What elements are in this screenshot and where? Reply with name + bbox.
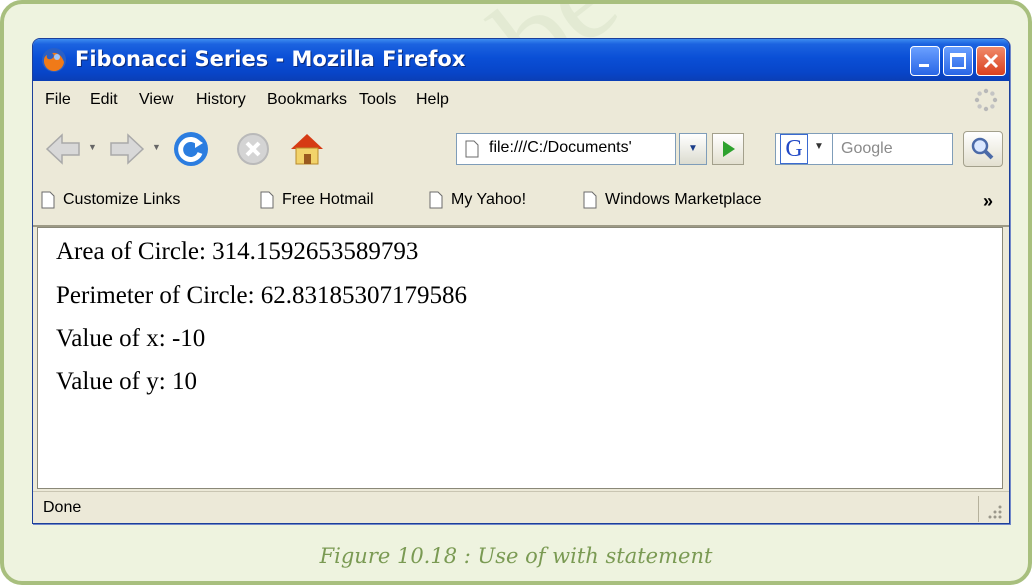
back-dropdown-icon[interactable]: ▼ bbox=[88, 142, 98, 152]
area-output: Area of Circle: 314.1592653589793 bbox=[56, 238, 419, 265]
status-bar: Done bbox=[33, 491, 1009, 523]
page-icon bbox=[260, 191, 274, 209]
bookmark-customize-links[interactable]: Customize Links bbox=[41, 191, 180, 213]
search-placeholder: Google bbox=[841, 140, 893, 157]
menu-help[interactable]: Help bbox=[416, 91, 449, 109]
browser-window: Fibonacci Series - Mozilla Firefox File … bbox=[32, 38, 1010, 524]
menu-view[interactable]: View bbox=[139, 91, 173, 109]
bookmark-my-yahoo[interactable]: My Yahoo! bbox=[429, 191, 526, 213]
y-value-output: Value of y: 10 bbox=[56, 368, 197, 395]
resize-grip-icon[interactable] bbox=[978, 496, 1005, 522]
search-engine-selector[interactable]: G ▼ bbox=[775, 133, 833, 165]
minimize-icon bbox=[919, 64, 929, 67]
status-text: Done bbox=[43, 499, 82, 516]
search-engine-dropdown-icon: ▼ bbox=[814, 141, 824, 152]
address-dropdown-button[interactable]: ▼ bbox=[679, 133, 707, 165]
menu-history[interactable]: History bbox=[196, 91, 246, 109]
back-arrow-icon[interactable] bbox=[43, 129, 83, 169]
maximize-button[interactable] bbox=[943, 46, 973, 76]
perimeter-output: Perimeter of Circle: 62.83185307179586 bbox=[56, 282, 468, 309]
menu-bookmarks[interactable]: Bookmarks bbox=[267, 91, 347, 109]
navigation-toolbar: ▼ ▼ file:///C:/Documents' ▼ G ▼ Google bbox=[33, 119, 1009, 180]
firefox-icon bbox=[42, 48, 66, 72]
figure-frame: not to be Fibonacci Series - Mozilla Fir… bbox=[0, 0, 1032, 585]
throbber-icon bbox=[974, 88, 998, 112]
page-content: Area of Circle: 314.1592653589793 Perime… bbox=[37, 227, 1003, 489]
page-icon bbox=[465, 140, 479, 158]
menu-bar: File Edit View History Bookmarks Tools H… bbox=[33, 81, 1009, 120]
go-button[interactable] bbox=[712, 133, 744, 165]
search-button[interactable] bbox=[963, 131, 1003, 167]
address-text[interactable]: file:///C:/Documents' bbox=[489, 139, 673, 157]
close-button[interactable] bbox=[976, 46, 1006, 76]
x-value-output: Value of x: -10 bbox=[56, 325, 206, 352]
bookmark-label: Free Hotmail bbox=[282, 191, 374, 208]
address-bar[interactable]: file:///C:/Documents' bbox=[456, 133, 676, 165]
close-icon bbox=[983, 53, 999, 69]
window-title: Fibonacci Series - Mozilla Firefox bbox=[75, 47, 466, 71]
reload-icon[interactable] bbox=[171, 129, 211, 169]
bookmark-free-hotmail[interactable]: Free Hotmail bbox=[260, 191, 374, 213]
page-icon bbox=[583, 191, 597, 209]
go-icon bbox=[723, 141, 735, 157]
maximize-icon bbox=[950, 53, 966, 69]
search-input[interactable]: Google bbox=[833, 133, 953, 165]
page-icon bbox=[429, 191, 443, 209]
forward-arrow-icon[interactable] bbox=[107, 129, 147, 169]
minimize-button[interactable] bbox=[910, 46, 940, 76]
home-icon[interactable] bbox=[287, 129, 327, 169]
stop-icon[interactable] bbox=[233, 129, 273, 169]
bookmark-label: Customize Links bbox=[63, 191, 181, 208]
menu-file[interactable]: File bbox=[45, 91, 71, 109]
page-icon bbox=[41, 191, 55, 209]
bookmark-windows-marketplace[interactable]: Windows Marketplace bbox=[583, 191, 762, 213]
bookmark-label: My Yahoo! bbox=[451, 191, 527, 208]
search-magnifier-icon bbox=[971, 137, 994, 160]
menu-edit[interactable]: Edit bbox=[90, 91, 118, 109]
bookmarks-toolbar: Customize Links Free Hotmail My Yahoo! W… bbox=[33, 179, 1009, 227]
figure-caption: Figure 10.18 : Use of with statement bbox=[319, 544, 713, 568]
title-bar[interactable]: Fibonacci Series - Mozilla Firefox bbox=[33, 39, 1009, 81]
bookmarks-overflow-chevron[interactable]: » bbox=[983, 191, 993, 212]
menu-tools[interactable]: Tools bbox=[359, 91, 396, 109]
bookmark-label: Windows Marketplace bbox=[605, 191, 762, 208]
forward-dropdown-icon[interactable]: ▼ bbox=[152, 142, 162, 152]
search-engine-logo: G bbox=[780, 134, 808, 164]
